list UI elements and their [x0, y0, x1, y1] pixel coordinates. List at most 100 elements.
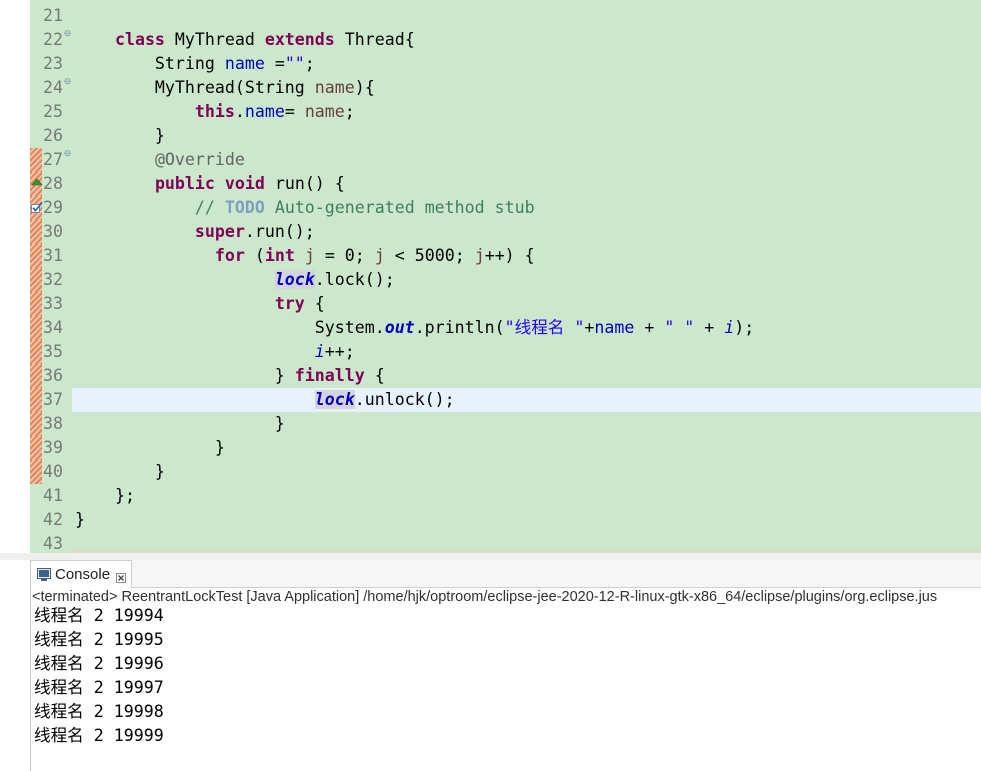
java-code-editor[interactable]: 21 22 ⊖ class MyThread extends Thread{23 S… — [30, 0, 981, 553]
line-gutter[interactable]: 36 — [30, 364, 72, 388]
code-line-text[interactable]: // TODO Auto-generated method stub — [72, 196, 981, 220]
console-tab-bar — [31, 560, 981, 588]
code-line-text[interactable]: } — [72, 412, 981, 436]
code-line-text[interactable]: } — [72, 436, 981, 460]
line-gutter[interactable]: 31 — [30, 244, 72, 268]
line-gutter[interactable]: 26 — [30, 124, 72, 148]
line-number: 22 — [43, 30, 63, 49]
code-line[interactable]: 30 super.run(); — [30, 220, 981, 244]
line-gutter[interactable]: 28 — [30, 172, 72, 196]
code-line-text[interactable]: class MyThread extends Thread{ — [72, 28, 981, 52]
code-line[interactable]: 31 for (int j = 0; j < 5000; j++) { — [30, 244, 981, 268]
token-static: i — [724, 318, 735, 337]
quick-diff-ruler — [30, 124, 42, 148]
code-line-text[interactable]: for (int j = 0; j < 5000; j++) { — [72, 244, 981, 268]
code-line-text[interactable]: } finally { — [72, 364, 981, 388]
line-gutter[interactable]: 29 — [30, 196, 72, 220]
token-text: run() { — [264, 174, 345, 193]
token-text: String — [75, 54, 225, 73]
quick-diff-ruler — [30, 484, 42, 508]
code-line-text[interactable]: } — [72, 508, 981, 532]
line-number: 40 — [43, 462, 63, 481]
token-static-final: lock — [274, 270, 315, 289]
close-icon[interactable] — [116, 570, 126, 583]
code-line-text[interactable] — [72, 4, 981, 28]
code-line-text[interactable]: super.run(); — [72, 220, 981, 244]
line-gutter[interactable]: 35 — [30, 340, 72, 364]
code-line[interactable]: 22 ⊖ class MyThread extends Thread{ — [30, 28, 981, 52]
code-line-text[interactable]: lock.lock(); — [72, 268, 981, 292]
line-gutter[interactable]: 41 — [30, 484, 72, 508]
token-kw: void — [224, 174, 265, 193]
line-number: 28 — [43, 174, 63, 193]
code-line[interactable]: 23 String name =""; — [30, 52, 981, 76]
code-line[interactable]: 21 — [30, 4, 981, 28]
line-gutter[interactable]: 37 — [30, 388, 72, 412]
line-gutter[interactable]: 43 — [30, 532, 72, 553]
code-line[interactable]: 35 i++; — [30, 340, 981, 364]
line-gutter[interactable]: 21 — [30, 4, 72, 28]
code-line-text[interactable]: } — [72, 124, 981, 148]
code-line[interactable]: 40 } — [30, 460, 981, 484]
code-line[interactable]: 37 lock.unlock(); — [30, 388, 981, 412]
code-line[interactable]: 27 ⊖ @Override — [30, 148, 981, 172]
code-line-text[interactable]: public void run() { — [72, 172, 981, 196]
code-line[interactable]: 25 this.name= name; — [30, 100, 981, 124]
code-line-text[interactable]: }; — [72, 484, 981, 508]
line-gutter[interactable]: 27 ⊖ — [30, 148, 72, 172]
tab-console[interactable]: Console — [31, 560, 132, 588]
line-gutter[interactable]: 38 — [30, 412, 72, 436]
code-line-text[interactable]: this.name= name; — [72, 100, 981, 124]
collapse-icon[interactable]: ⊖ — [63, 149, 72, 159]
code-line-text[interactable]: String name =""; — [72, 52, 981, 76]
token-static-final: lock — [314, 390, 355, 409]
code-line[interactable]: 38 } — [30, 412, 981, 436]
code-line-text[interactable]: MyThread(String name){ — [72, 76, 981, 100]
collapse-icon[interactable]: ⊖ — [63, 29, 72, 39]
code-line-text[interactable]: i++; — [72, 340, 981, 364]
token-text: = 0; — [314, 246, 375, 265]
line-gutter[interactable]: 30 — [30, 220, 72, 244]
token-text: { — [364, 366, 385, 385]
line-gutter[interactable]: 25 — [30, 100, 72, 124]
line-gutter[interactable]: 32 — [30, 268, 72, 292]
quick-diff-change-marker — [30, 220, 42, 244]
code-line-text[interactable]: System.out.println("线程名 "+name + " " + i… — [72, 316, 981, 340]
line-gutter[interactable]: 42 — [30, 508, 72, 532]
current-code-line-text[interactable]: lock.unlock(); — [72, 388, 981, 412]
code-line-text[interactable]: try { — [72, 292, 981, 316]
token-text: MyThread — [164, 30, 265, 49]
code-line[interactable]: 42} — [30, 508, 981, 532]
code-line[interactable]: 34 System.out.println("线程名 "+name + " " … — [30, 316, 981, 340]
code-line-text[interactable]: } — [72, 460, 981, 484]
line-gutter[interactable]: 39 — [30, 436, 72, 460]
code-line[interactable]: 41 }; — [30, 484, 981, 508]
line-gutter[interactable]: 22 ⊖ — [30, 28, 72, 52]
line-number: 27 — [43, 150, 63, 169]
code-line[interactable]: 33 try { — [30, 292, 981, 316]
code-line[interactable]: 36 } finally { — [30, 364, 981, 388]
token-param: name — [314, 78, 355, 97]
console-output[interactable]: 线程名 2 19994 线程名 2 19995 线程名 2 19996 线程名 2 1… — [34, 604, 980, 770]
code-line[interactable]: 28 public void run() { — [30, 172, 981, 196]
code-line[interactable]: 39 } — [30, 436, 981, 460]
code-line-text[interactable]: @Override — [72, 148, 981, 172]
line-gutter[interactable]: 40 — [30, 460, 72, 484]
token-annotation: @Override — [154, 150, 245, 169]
panel-sash[interactable] — [0, 553, 981, 560]
quick-diff-change-marker — [30, 340, 42, 364]
code-lines[interactable]: 21 22 ⊖ class MyThread extends Thread{23 S… — [30, 4, 981, 553]
token-text: .unlock(); — [354, 390, 455, 409]
line-gutter[interactable]: 24 ⊖ — [30, 76, 72, 100]
token-param: name — [304, 102, 345, 121]
code-line[interactable]: 24 ⊖ MyThread(String name){ — [30, 76, 981, 100]
line-gutter[interactable]: 33 — [30, 292, 72, 316]
code-line[interactable]: 32 lock.lock(); — [30, 268, 981, 292]
line-gutter[interactable]: 34 — [30, 316, 72, 340]
collapse-icon[interactable]: ⊖ — [63, 77, 72, 87]
code-line[interactable]: 26 } — [30, 124, 981, 148]
line-gutter[interactable]: 23 — [30, 52, 72, 76]
horizontal-scrollbar[interactable] — [72, 549, 981, 553]
code-line[interactable]: 29 // TODO Auto-generated method stub — [30, 196, 981, 220]
